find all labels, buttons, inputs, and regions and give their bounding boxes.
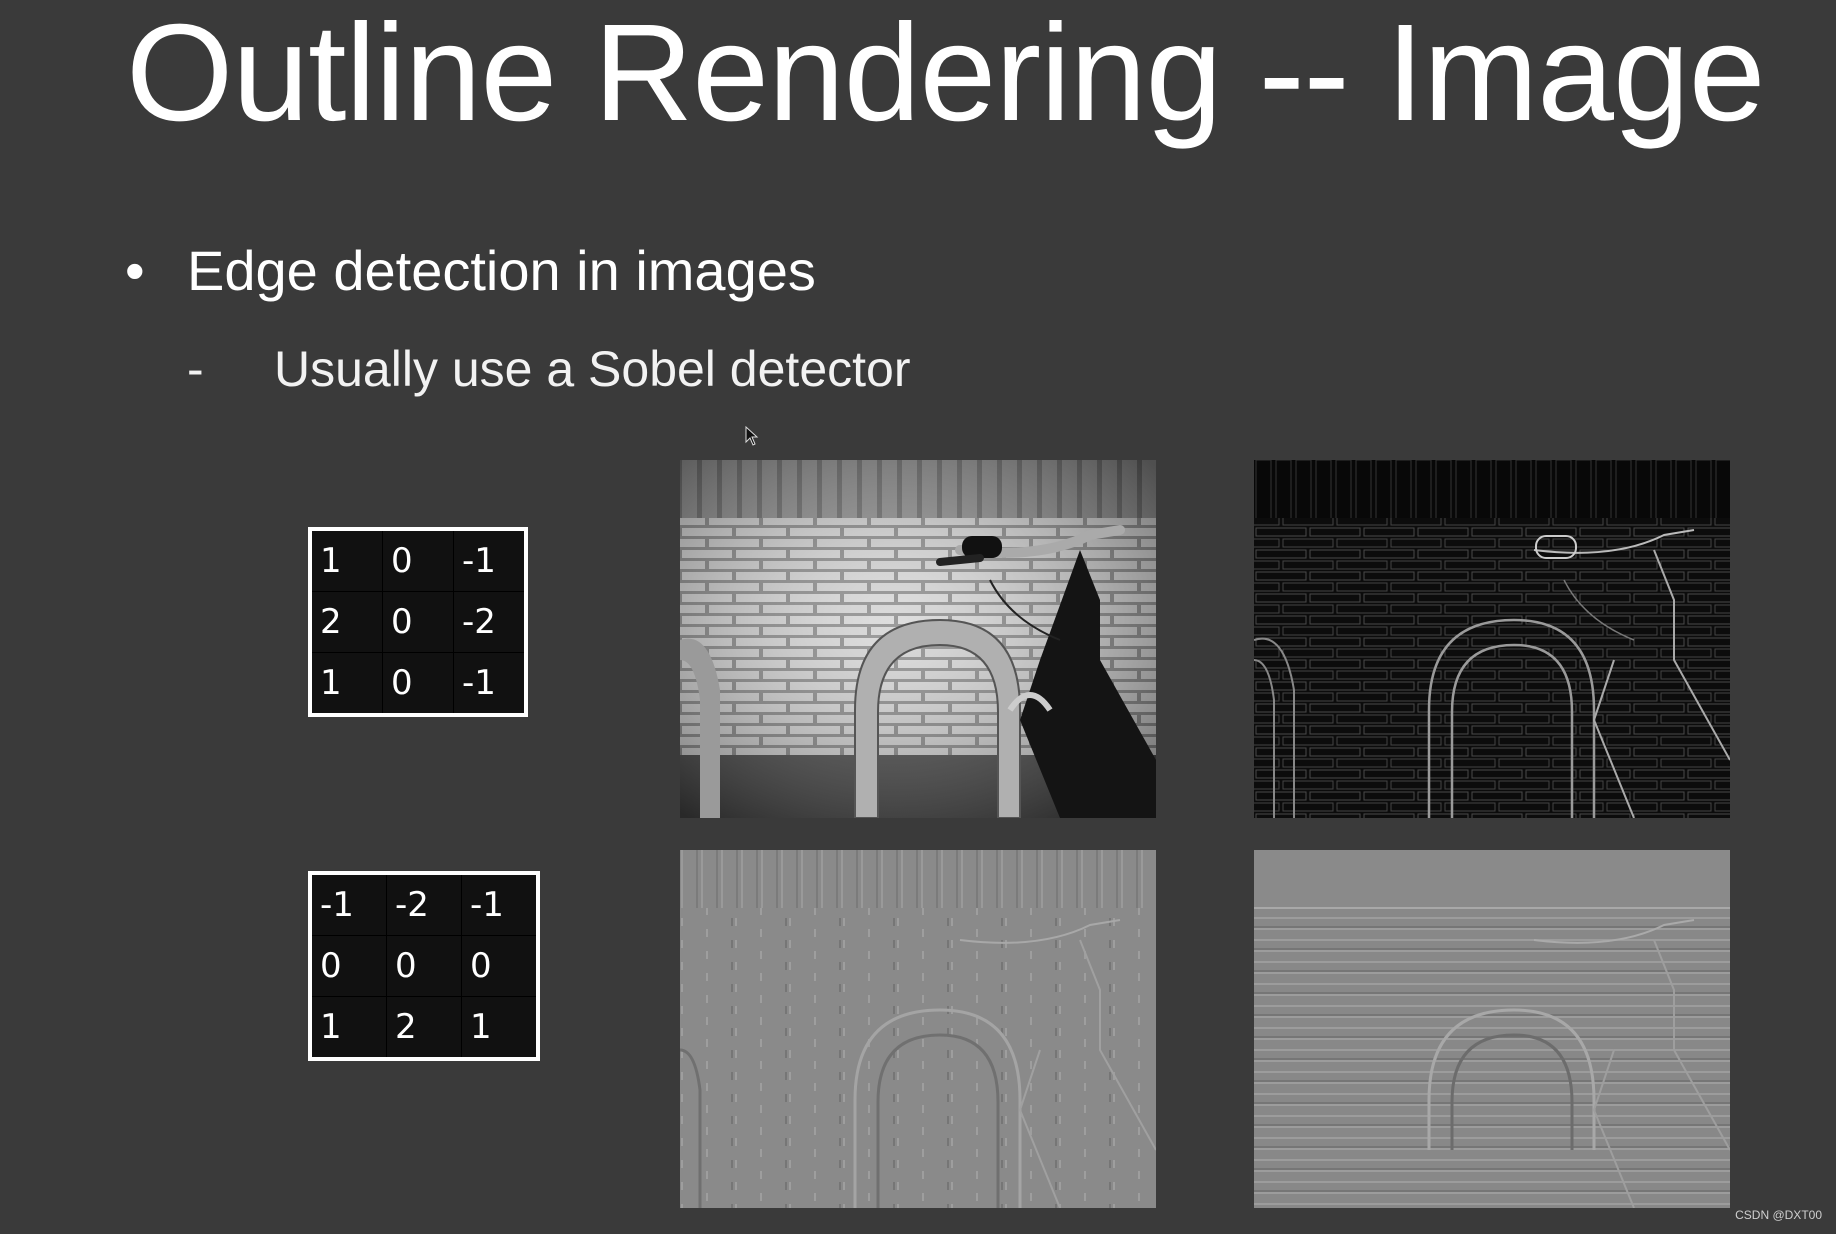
kernel-cell: 2	[309, 591, 383, 653]
bike-rack-photo-icon	[680, 460, 1156, 818]
kernel-cell: 0	[461, 935, 539, 997]
edge-magnitude	[1254, 460, 1730, 818]
kernel-cell: 1	[461, 996, 539, 1060]
kernel-cell: 0	[309, 935, 387, 997]
sobel-kernel-x: 1 0 -1 2 0 -2 1 0 -1	[308, 527, 528, 717]
original-photo	[680, 460, 1156, 818]
kernel-cell: -1	[453, 528, 527, 592]
slide: Outline Rendering -- Image • Edge detecti…	[0, 0, 1836, 1234]
slide-title: Outline Rendering -- Image	[126, 0, 1765, 150]
watermark: CSDN @DXT00	[1735, 1208, 1822, 1222]
bike-rack-edges-icon	[1254, 460, 1730, 818]
kernel-cell: 0	[382, 652, 454, 716]
kernel-cell: -1	[309, 872, 387, 936]
sub-bullet-text: Usually use a Sobel detector	[274, 341, 911, 397]
gradient-x	[680, 850, 1156, 1208]
kernel-cell: 0	[382, 528, 454, 592]
kernel-cell: -1	[461, 872, 539, 936]
kernel-cell: -1	[453, 652, 527, 716]
mouse-cursor-icon	[745, 426, 759, 446]
kernel-cell: 1	[309, 996, 387, 1060]
sub-bullet-item: - Usually use a Sobel detector	[187, 340, 910, 398]
bullet-text: Edge detection in images	[187, 239, 816, 302]
kernel-cell: 0	[386, 935, 462, 997]
kernel-cell: 1	[309, 528, 383, 592]
bike-rack-gx-icon	[680, 850, 1156, 1208]
bike-rack-gy-icon	[1254, 850, 1730, 1208]
kernel-cell: -2	[386, 872, 462, 936]
sub-bullet-dash-icon: -	[187, 341, 204, 397]
kernel-cell: -2	[453, 591, 527, 653]
gradient-y	[1254, 850, 1730, 1208]
bullet-item: • Edge detection in images	[125, 238, 816, 303]
kernel-cell: 0	[382, 591, 454, 653]
kernel-cell: 1	[309, 652, 383, 716]
sobel-kernel-y: -1 -2 -1 000 121	[308, 871, 540, 1061]
bullet-dot-icon: •	[125, 239, 145, 302]
kernel-cell: 2	[386, 996, 462, 1060]
